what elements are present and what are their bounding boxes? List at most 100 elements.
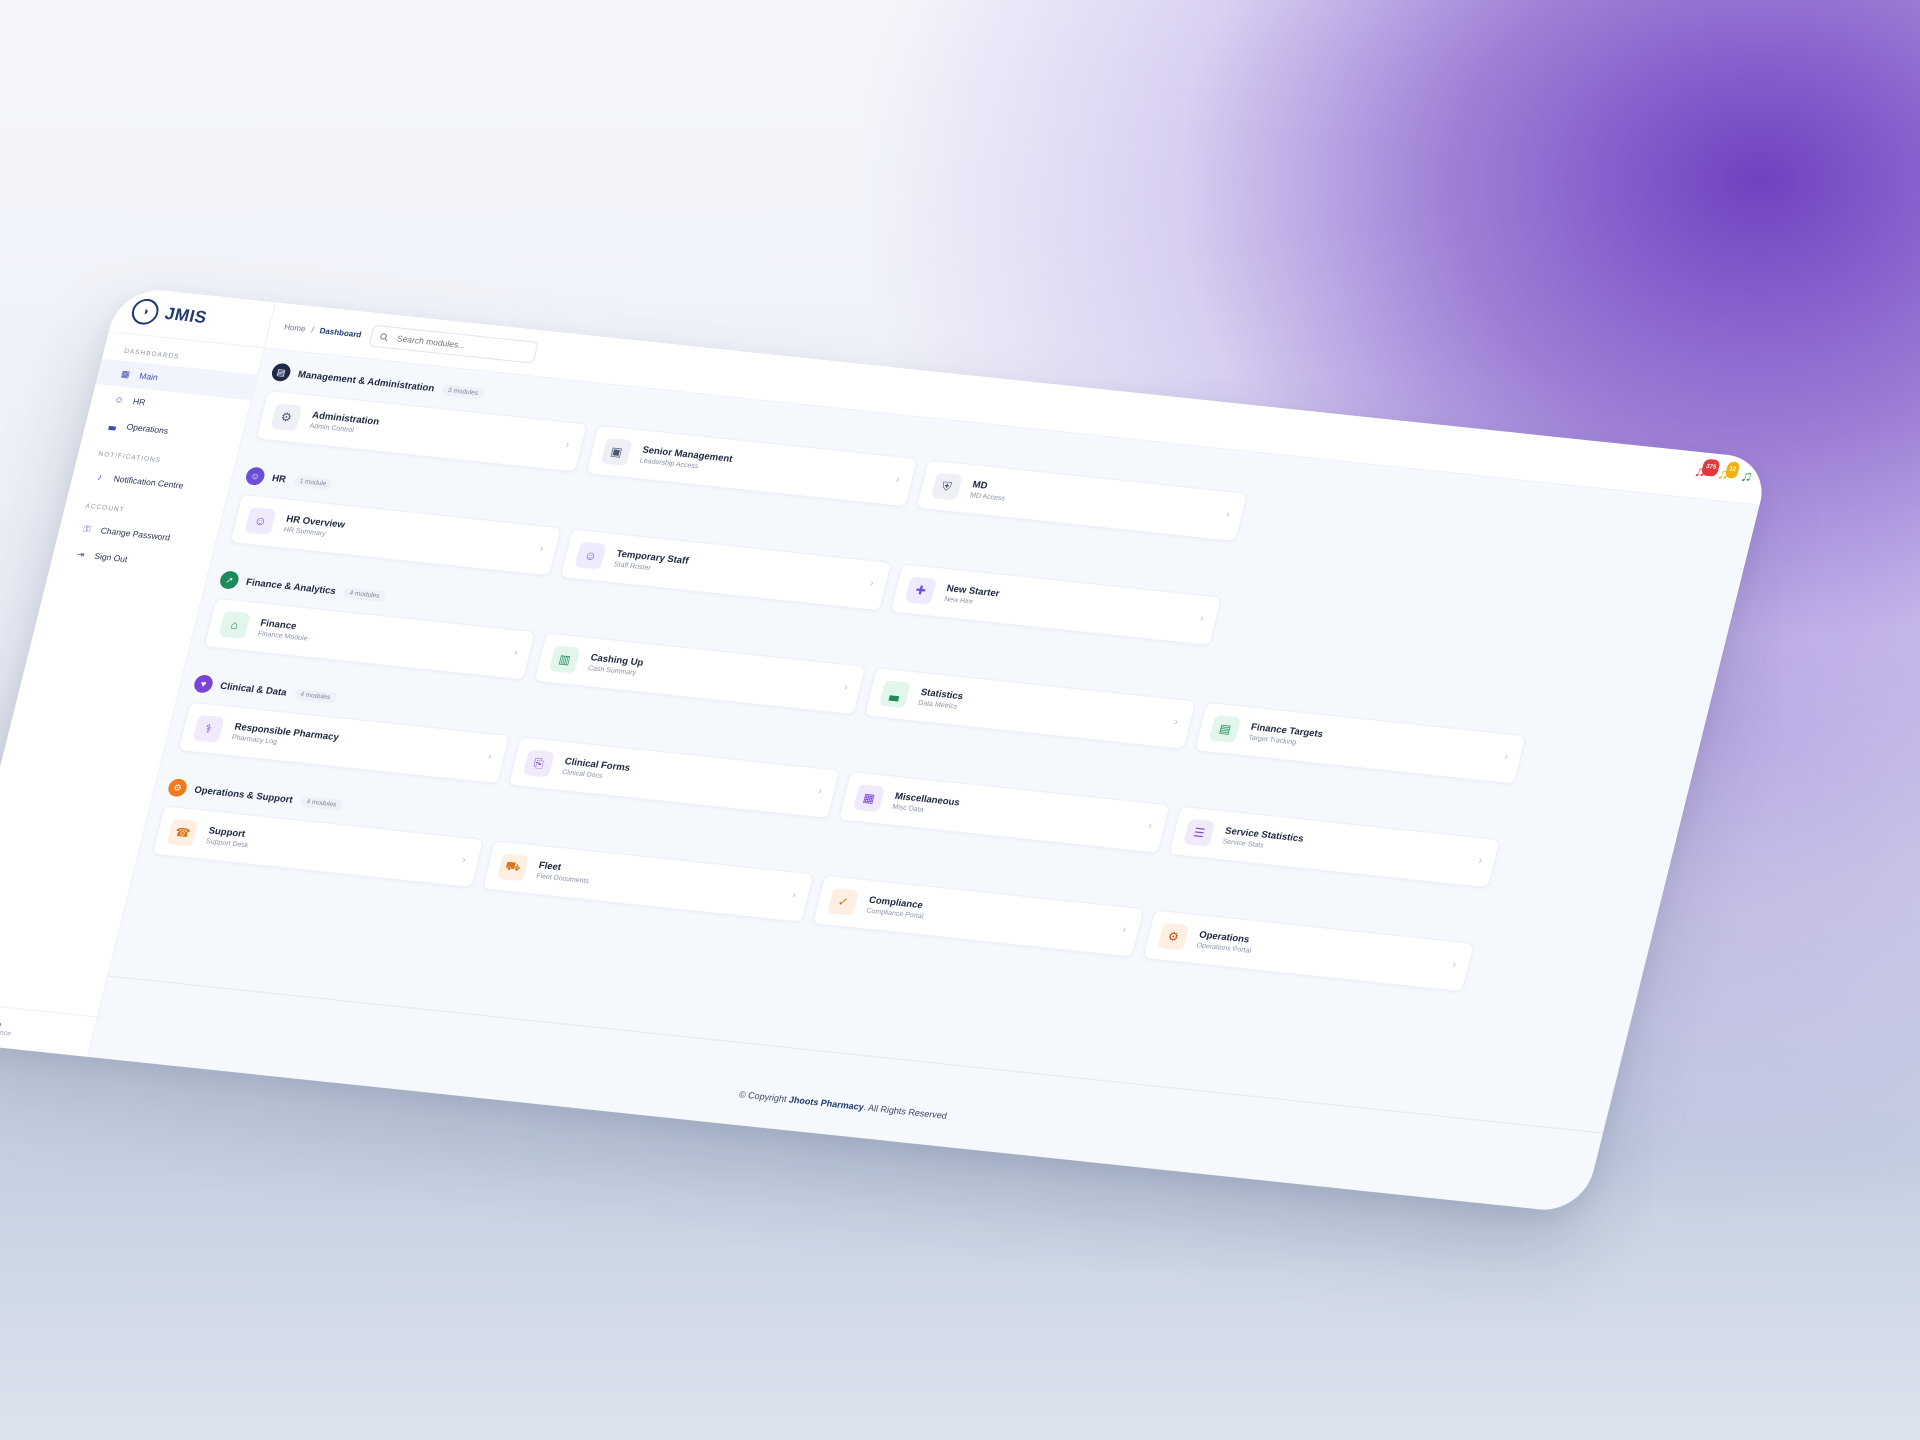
bank-icon: ⌂ xyxy=(218,610,251,639)
lock-icon: ⚿ xyxy=(82,523,92,534)
group-count-badge: 4 modules xyxy=(293,688,338,704)
notification-bell-icon[interactable]: ♫ xyxy=(1739,468,1754,486)
truck-icon: ⛟ xyxy=(496,853,530,882)
module-card-text: Statistics Data Metrics xyxy=(917,687,964,711)
sidebar-item-label: Change Password xyxy=(99,525,172,543)
chevron-right-icon: › xyxy=(486,751,493,763)
grid-icon: ▦ xyxy=(120,368,132,379)
bar-chart-icon: ▃ xyxy=(108,419,118,430)
group-count-badge: 1 module xyxy=(292,474,334,490)
cash-icon: ▥ xyxy=(548,645,581,674)
sidebar-item-label: Notification Centre xyxy=(112,473,185,491)
group-count-badge: 4 modules xyxy=(342,586,387,602)
user-name: admin xyxy=(0,1016,3,1030)
sign-out-icon: ⇥ xyxy=(75,548,86,560)
breadcrumb-current: Dashboard xyxy=(318,325,363,339)
shield-icon: ⛨ xyxy=(930,472,963,501)
module-card-text: Cashing Up Cash Summary xyxy=(587,652,644,677)
module-card-text: Service Statistics Service Stats xyxy=(1222,826,1305,854)
module-card-text: HR Overview HR Summary xyxy=(283,514,346,540)
chevron-right-icon: › xyxy=(512,647,519,659)
module-card-text: Senior Management Leadership Access xyxy=(639,445,734,474)
module-card-title: MD xyxy=(971,479,989,492)
module-card-text: Operations Operations Portal xyxy=(1196,929,1255,954)
gear-icon: ⚙ xyxy=(166,778,189,798)
module-card-text: Clinical Forms Clinical Docs xyxy=(561,756,631,782)
module-card-text: Finance Targets Target Tracking xyxy=(1247,722,1324,749)
headset-icon: ☎ xyxy=(166,818,199,847)
group-title: Management & Administration xyxy=(296,368,436,394)
group-count-badge: 3 modules xyxy=(440,383,486,400)
chevron-right-icon: › xyxy=(1451,959,1458,971)
search-icon xyxy=(380,332,388,342)
group-title: Clinical & Data xyxy=(219,680,288,699)
module-card-text: New Starter New Hire xyxy=(943,583,1000,608)
chevron-right-icon: › xyxy=(1173,716,1180,728)
chevron-right-icon: › xyxy=(868,578,875,590)
bar-chart-icon: ▃ xyxy=(878,680,912,709)
chevron-right-icon: › xyxy=(1224,508,1231,521)
users-icon: ☺ xyxy=(113,394,126,405)
app-window: ◑ JMIS DASHBOARDS ▦ Main ☺ HR ▃ Operations NOTI… xyxy=(0,286,1771,1214)
users-icon: ☺ xyxy=(574,541,607,570)
group-count-badge: 4 modules xyxy=(299,795,344,811)
shield-check-icon: ✓ xyxy=(827,887,860,917)
chevron-right-icon: › xyxy=(1477,855,1484,867)
app-name: JMIS xyxy=(162,304,210,328)
heart-pin-icon: ♥ xyxy=(192,674,215,694)
group-title: Operations & Support xyxy=(193,784,294,806)
module-card-text: Miscellaneous Misc Data xyxy=(891,791,960,817)
chevron-right-icon: › xyxy=(894,474,901,486)
breadcrumb: Home / Dashboard xyxy=(283,322,362,339)
module-card-subtitle: MD Access xyxy=(969,492,1006,503)
sidebar-item-label: HR xyxy=(131,396,147,408)
notification-bell-icon[interactable]: ♫ 12 xyxy=(1716,461,1741,483)
user-cog-icon: ⚙ xyxy=(270,403,303,432)
copyright-suffix: . All Rights Reserved xyxy=(862,1102,949,1121)
chevron-right-icon: › xyxy=(1198,612,1205,624)
users-icon: ☺ xyxy=(244,506,277,536)
clipboard-icon: ⎘ xyxy=(522,749,555,778)
module-card-text: MD MD Access xyxy=(969,479,1009,502)
sidebar-item-label: Main xyxy=(138,370,160,383)
module-card-text: Temporary Staff Staff Roster xyxy=(613,548,690,575)
breadcrumb-home[interactable]: Home xyxy=(283,322,306,333)
sidebar-item-label: Sign Out xyxy=(93,550,129,565)
notification-count-badge: 12 xyxy=(1724,461,1741,480)
target-card-icon: ▤ xyxy=(1208,714,1242,744)
group-title: Finance & Analytics xyxy=(244,576,338,597)
breadcrumb-separator: / xyxy=(310,324,315,334)
module-card-text: Support Support Desk xyxy=(205,825,252,849)
search-input[interactable] xyxy=(393,332,530,358)
gear-icon: ⚙ xyxy=(1157,922,1190,951)
users-icon: ☺ xyxy=(244,466,267,486)
bell-icon: ♪ xyxy=(96,471,104,483)
user-plus-icon: ✚ xyxy=(904,576,937,605)
copyright-prefix: © Copyright xyxy=(737,1089,788,1105)
module-card-text: Finance Finance Module xyxy=(257,618,311,643)
chevron-right-icon: › xyxy=(842,682,849,694)
chevron-right-icon: › xyxy=(564,439,571,451)
logo-icon: ◑ xyxy=(129,297,162,326)
chevron-right-icon: › xyxy=(460,855,467,867)
chevron-right-icon: › xyxy=(816,785,823,797)
grid-icon: ▦ xyxy=(852,784,886,813)
company-name[interactable]: Jhoots Pharmacy xyxy=(788,1094,865,1112)
chevron-right-icon: › xyxy=(1121,924,1128,936)
module-card-text: Fleet Fleet Documents xyxy=(535,860,593,885)
notification-bell-icon[interactable]: ♫ 375 xyxy=(1693,458,1721,481)
building-icon: ▤ xyxy=(270,362,293,383)
module-card-text: Responsible Pharmacy Pharmacy Log xyxy=(231,722,340,753)
chevron-right-icon: › xyxy=(1147,820,1154,832)
trend-icon: ↗ xyxy=(218,570,241,590)
chevron-right-icon: › xyxy=(538,543,545,555)
chevron-right-icon: › xyxy=(1503,751,1510,763)
search-box[interactable] xyxy=(368,324,540,364)
background: ◑ JMIS DASHBOARDS ▦ Main ☺ HR ▃ Operations NOTI… xyxy=(0,0,1920,1440)
module-card-text: Compliance Compliance Portal xyxy=(866,895,928,921)
presentation-icon: ▣ xyxy=(600,437,633,466)
chevron-right-icon: › xyxy=(791,889,798,901)
module-card-text: Administration Admin Control xyxy=(309,410,381,437)
pills-icon: ⚕ xyxy=(192,714,225,743)
group-title: HR xyxy=(270,472,288,485)
